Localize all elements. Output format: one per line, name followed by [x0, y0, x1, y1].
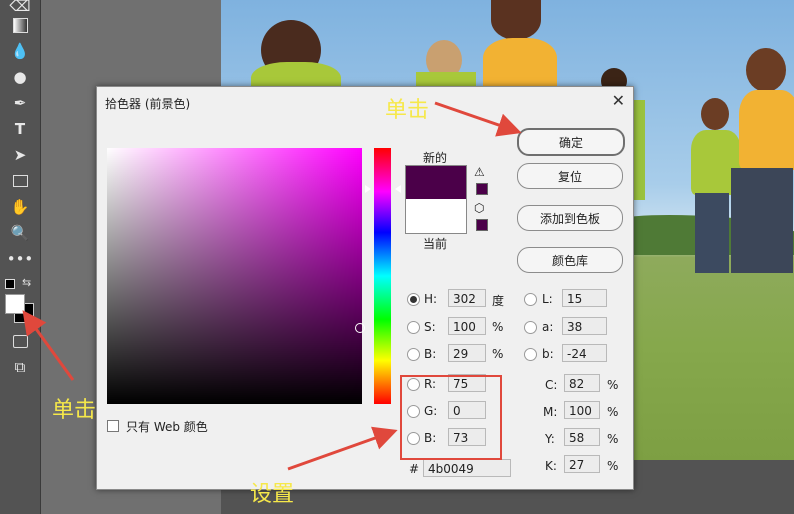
annotation-arrows	[22, 101, 522, 471]
arrow-to-foreground	[22, 310, 75, 381]
arrow-to-rgb	[287, 426, 398, 471]
arrow-to-ok	[434, 101, 522, 137]
